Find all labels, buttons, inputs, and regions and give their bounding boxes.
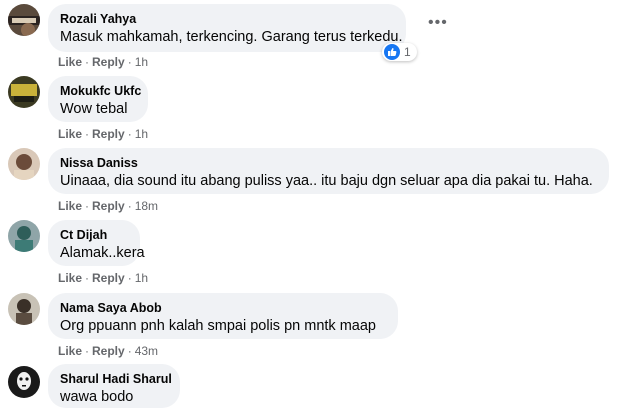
comment-time[interactable]: 1h [135, 271, 148, 285]
comment-time[interactable]: 1h [135, 55, 148, 69]
avatar[interactable] [8, 366, 40, 398]
avatar[interactable] [8, 148, 40, 180]
avatar-image [8, 76, 40, 108]
like-link[interactable]: Like [58, 344, 82, 358]
comment-text: Masuk mahkamah, terkencing. Garang terus… [60, 29, 403, 45]
comment-time[interactable]: 18m [135, 199, 158, 213]
comment-bubble: Rozali Yahya Masuk mahkamah, terkencing.… [48, 4, 406, 52]
like-link[interactable]: Like [58, 127, 82, 141]
comment-author[interactable]: Sharul Hadi Sharul [60, 371, 172, 387]
reaction-count-badge[interactable]: 1 [382, 43, 417, 61]
comment-time[interactable]: 1h [135, 127, 148, 141]
reply-link[interactable]: Reply [92, 127, 125, 141]
avatar[interactable] [8, 4, 40, 36]
comment-actions: Like · Reply · 1h [58, 127, 149, 141]
avatar[interactable] [8, 76, 40, 108]
avatar-image [8, 366, 40, 398]
comment-text: Wow tebal [60, 101, 128, 117]
comment-actions: Like · Reply · 43m [58, 344, 159, 358]
reply-link[interactable]: Reply [92, 271, 125, 285]
comment-author[interactable]: Mokukfc Ukfc [60, 83, 141, 99]
comment-time[interactable]: 43m [135, 344, 158, 358]
comment-actions: Like · Reply · 18m [58, 199, 159, 213]
like-link[interactable]: Like [58, 271, 82, 285]
comment-actions: Like · Reply · 1h [58, 271, 149, 285]
comment-bubble: Sharul Hadi Sharul wawa bodo [48, 364, 180, 408]
comment-actions: Like · Reply · 1h [58, 55, 149, 69]
avatar-image [8, 293, 40, 325]
avatar-image [8, 220, 40, 252]
reply-link[interactable]: Reply [92, 55, 125, 69]
comment-author[interactable]: Nama Saya Abob [60, 300, 386, 316]
comment-bubble: Mokukfc Ukfc Wow tebal [48, 76, 148, 122]
like-link[interactable]: Like [58, 199, 82, 213]
avatar-image [8, 4, 40, 36]
like-icon [384, 44, 400, 60]
reply-link[interactable]: Reply [92, 344, 125, 358]
comment-bubble: Nissa Daniss Uinaaa, dia sound itu abang… [48, 148, 609, 194]
comment-text: Org ppuann pnh kalah smpai polis pn mntk… [60, 318, 376, 334]
comment-author[interactable]: Rozali Yahya [60, 11, 394, 27]
comment-author[interactable]: Nissa Daniss [60, 155, 597, 171]
more-options-icon[interactable]: ••• [428, 15, 448, 31]
avatar[interactable] [8, 220, 40, 252]
comment-bubble: Ct Dijah Alamak..kera [48, 220, 145, 266]
comment-text: Uinaaa, dia sound itu abang puliss yaa..… [60, 173, 593, 189]
avatar-image [8, 148, 40, 180]
reaction-count: 1 [404, 45, 411, 59]
comment-author[interactable]: Ct Dijah [60, 227, 128, 243]
comment-bubble: Nama Saya Abob Org ppuann pnh kalah smpa… [48, 293, 398, 339]
like-link[interactable]: Like [58, 55, 82, 69]
avatar[interactable] [8, 293, 40, 325]
comment-text: wawa bodo [60, 389, 134, 405]
reply-link[interactable]: Reply [92, 199, 125, 213]
comment-text: Alamak..kera [60, 245, 145, 261]
